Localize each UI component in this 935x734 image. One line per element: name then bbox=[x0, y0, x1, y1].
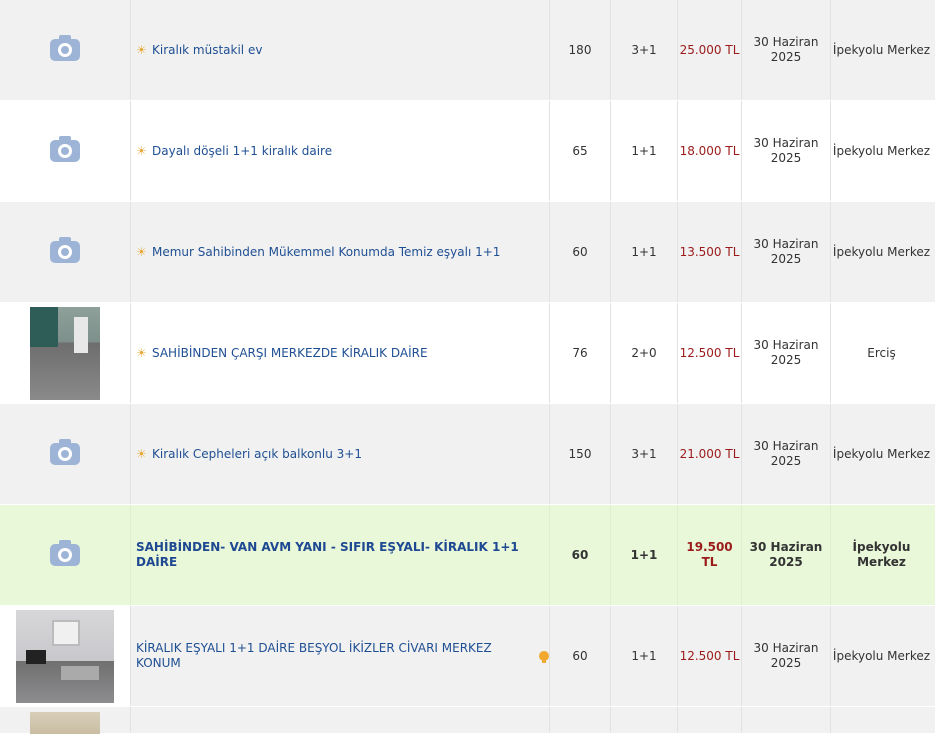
listing-rooms bbox=[611, 707, 678, 733]
listing-title: KİRALIK EŞYALI 1+1 DAİRE BEŞYOL İKİZLER … bbox=[136, 641, 492, 670]
listing-title: Kiralık müstakil ev bbox=[152, 42, 263, 57]
listing-area: 60 bbox=[550, 606, 611, 706]
listing-date: 30 Haziran 2025 bbox=[742, 101, 831, 201]
listing-area: 60 bbox=[550, 505, 611, 605]
listing-rooms: 3+1 bbox=[611, 404, 678, 504]
listing-location: İpekyolu Merkez bbox=[852, 540, 911, 569]
listing-date: 30 Haziran 2025 bbox=[742, 202, 831, 302]
listing-thumbnail[interactable] bbox=[0, 505, 131, 605]
map-pin-icon bbox=[539, 651, 549, 663]
listing-location: İpekyolu Merkez bbox=[832, 648, 931, 663]
listing-location: İpekyolu Merkez bbox=[832, 244, 931, 259]
listing-title-link[interactable]: SAHİBİNDEN- VAN AVM YANI - SIFIR EŞYALI-… bbox=[136, 540, 549, 570]
listing-thumbnail[interactable] bbox=[0, 202, 131, 302]
listing-rooms: 2+0 bbox=[611, 303, 678, 403]
listing-title-link[interactable]: ☀ SAHİBİNDEN ÇARŞI MERKEZDE KİRALIK DAİR… bbox=[136, 346, 428, 361]
listing-price: 19.500 TL bbox=[678, 505, 742, 605]
listing-title-cell bbox=[131, 707, 550, 733]
listing-thumbnail[interactable] bbox=[0, 707, 131, 734]
listing-date: 30 Haziran 2025 bbox=[742, 404, 831, 504]
camera-icon bbox=[50, 136, 80, 162]
listing-date: 30 Haziran 2025 bbox=[742, 505, 831, 605]
camera-icon bbox=[50, 439, 80, 465]
listing-thumbnail[interactable] bbox=[0, 404, 131, 504]
listing-title-link[interactable]: KİRALIK EŞYALI 1+1 DAİRE BEŞYOL İKİZLER … bbox=[136, 641, 549, 671]
listing-title: Dayalı döşeli 1+1 kiralık daire bbox=[152, 143, 333, 158]
listing-location: İpekyolu Merkez bbox=[832, 143, 931, 158]
listing-price: 13.500 TL bbox=[678, 202, 742, 302]
listing-title: Memur Sahibinden Mükemmel Konumda Temiz … bbox=[152, 244, 501, 259]
listing-price: 12.500 TL bbox=[678, 606, 742, 706]
listing-date: 30 Haziran 2025 bbox=[742, 0, 831, 100]
listing-rooms: 1+1 bbox=[611, 202, 678, 302]
sun-icon: ☀ bbox=[136, 446, 147, 461]
listing-rooms: 3+1 bbox=[611, 0, 678, 100]
listing-title-link[interactable]: ☀ Dayalı döşeli 1+1 kiralık daire bbox=[136, 144, 332, 159]
listing-area: 150 bbox=[550, 404, 611, 504]
listing-table: ☀ Kiralık müstakil ev 180 3+1 25.000 TL … bbox=[0, 0, 935, 734]
listing-area: 65 bbox=[550, 101, 611, 201]
listing-rooms: 1+1 bbox=[611, 101, 678, 201]
table-row[interactable]: ☀ SAHİBİNDEN ÇARŞI MERKEZDE KİRALIK DAİR… bbox=[0, 303, 935, 404]
sun-icon: ☀ bbox=[136, 42, 147, 57]
listing-area: 60 bbox=[550, 202, 611, 302]
listing-area: 180 bbox=[550, 0, 611, 100]
listing-rooms: 1+1 bbox=[611, 505, 678, 605]
listing-location bbox=[831, 707, 932, 733]
listing-price: 25.000 TL bbox=[678, 0, 742, 100]
listing-area: 76 bbox=[550, 303, 611, 403]
listing-photo[interactable] bbox=[16, 609, 114, 703]
listing-location: Erciş bbox=[867, 345, 896, 360]
listing-title-link[interactable]: ☀ Kiralık Cepheleri açık balkonlu 3+1 bbox=[136, 447, 362, 462]
listing-date bbox=[742, 707, 831, 733]
table-row[interactable]: ☀ Kiralık Cepheleri açık balkonlu 3+1 15… bbox=[0, 404, 935, 505]
camera-icon bbox=[50, 540, 80, 566]
listing-price: 18.000 TL bbox=[678, 101, 742, 201]
listing-title: Kiralık Cepheleri açık balkonlu 3+1 bbox=[152, 446, 362, 461]
table-row[interactable]: ☀ Kiralık müstakil ev 180 3+1 25.000 TL … bbox=[0, 0, 935, 101]
listing-thumbnail[interactable] bbox=[0, 0, 131, 100]
listing-date: 30 Haziran 2025 bbox=[742, 606, 831, 706]
listing-title-link[interactable]: ☀ Kiralık müstakil ev bbox=[136, 43, 262, 58]
listing-thumbnail[interactable] bbox=[0, 303, 131, 403]
listing-date: 30 Haziran 2025 bbox=[742, 303, 831, 403]
camera-icon bbox=[50, 237, 80, 263]
listing-title: SAHİBİNDEN- VAN AVM YANI - SIFIR EŞYALI-… bbox=[136, 540, 519, 569]
listing-price: 12.500 TL bbox=[678, 303, 742, 403]
table-row[interactable]: SAHİBİNDEN- VAN AVM YANI - SIFIR EŞYALI-… bbox=[0, 505, 935, 606]
listing-rooms: 1+1 bbox=[611, 606, 678, 706]
listing-area bbox=[550, 707, 611, 733]
listing-title: SAHİBİNDEN ÇARŞI MERKEZDE KİRALIK DAİRE bbox=[152, 345, 428, 360]
listing-thumbnail[interactable] bbox=[0, 606, 131, 706]
camera-icon bbox=[50, 35, 80, 61]
listing-photo[interactable] bbox=[30, 306, 100, 400]
sun-icon: ☀ bbox=[136, 244, 147, 259]
table-row[interactable]: KİRALIK EŞYALI 1+1 DAİRE BEŞYOL İKİZLER … bbox=[0, 606, 935, 707]
sun-icon: ☀ bbox=[136, 345, 147, 360]
table-row[interactable]: ☀ Dayalı döşeli 1+1 kiralık daire 65 1+1… bbox=[0, 101, 935, 202]
sun-icon: ☀ bbox=[136, 143, 147, 158]
listing-location: İpekyolu Merkez bbox=[832, 42, 931, 57]
listing-photo[interactable] bbox=[30, 712, 100, 734]
listing-price: 21.000 TL bbox=[678, 404, 742, 504]
listing-price bbox=[678, 707, 742, 733]
listing-thumbnail[interactable] bbox=[0, 101, 131, 201]
listing-title-link[interactable]: ☀ Memur Sahibinden Mükemmel Konumda Temi… bbox=[136, 245, 500, 260]
listing-location: İpekyolu Merkez bbox=[832, 446, 931, 461]
table-row[interactable]: ☀ Memur Sahibinden Mükemmel Konumda Temi… bbox=[0, 202, 935, 303]
table-row[interactable] bbox=[0, 707, 935, 734]
